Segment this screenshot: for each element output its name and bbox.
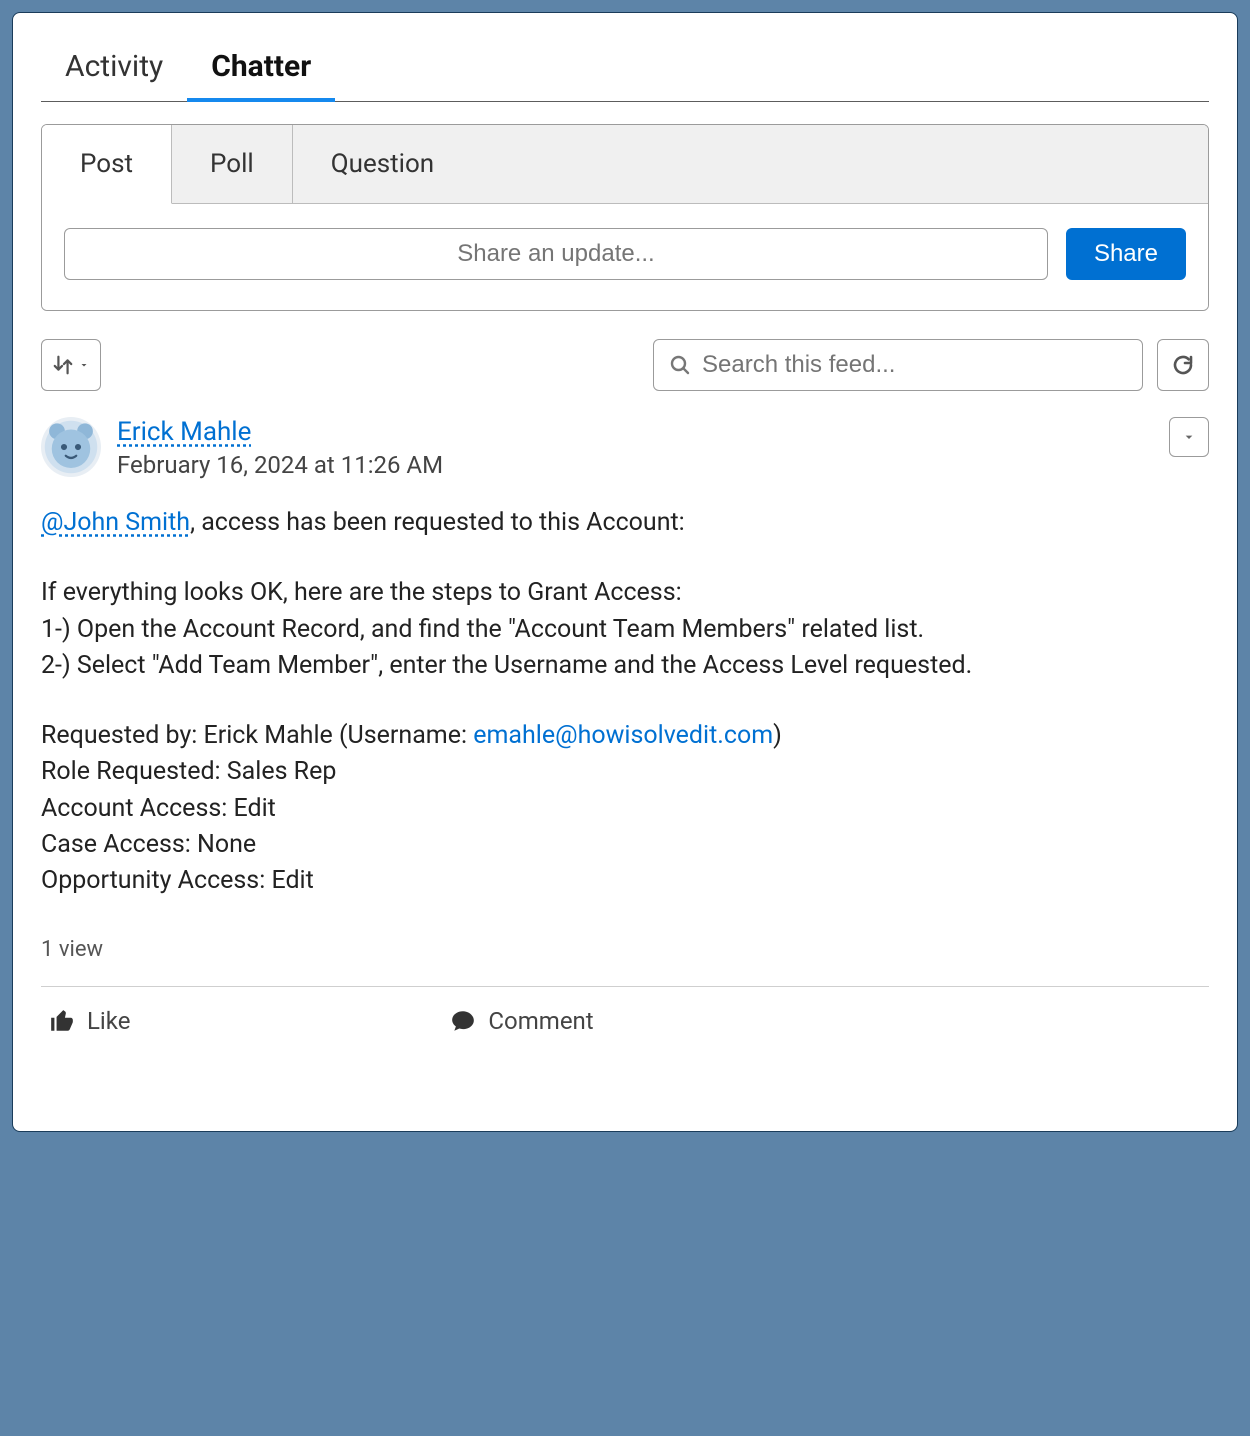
refresh-button[interactable] (1157, 339, 1209, 391)
case-access: Case Access: None (41, 827, 1209, 863)
requested-by-prefix: Requested by: Erick Mahle (Username: (41, 721, 473, 750)
composer-tab-poll[interactable]: Poll (172, 125, 293, 203)
feed-toolbar (41, 339, 1209, 391)
post-body: @John Smith, access has been requested t… (41, 505, 1209, 899)
feed-search-input[interactable] (702, 351, 1128, 379)
sort-button[interactable] (41, 339, 101, 391)
share-input[interactable] (64, 228, 1048, 280)
comment-label: Comment (488, 1007, 593, 1035)
sort-icon (52, 354, 74, 376)
top-tabs: Activity Chatter (41, 41, 1209, 102)
steps-intro: If everything looks OK, here are the ste… (41, 575, 1209, 611)
search-icon (668, 353, 692, 377)
share-button[interactable]: Share (1066, 228, 1186, 280)
post-actions: Like Comment (41, 987, 1209, 1045)
thumbs-up-icon (49, 1008, 75, 1034)
step-1: 1-) Open the Account Record, and find th… (41, 612, 1209, 648)
comment-icon (450, 1008, 476, 1034)
chevron-down-icon (78, 359, 90, 371)
feed-item: Erick Mahle February 16, 2024 at 11:26 A… (41, 417, 1209, 1045)
step-2: 2-) Select "Add Team Member", enter the … (41, 648, 1209, 684)
post-timestamp: February 16, 2024 at 11:26 AM (117, 451, 1153, 479)
refresh-icon (1171, 353, 1195, 377)
requested-by-suffix: ) (773, 721, 782, 750)
comment-button[interactable]: Comment (450, 1007, 593, 1035)
requested-by-email-link[interactable]: emahle@howisolvedit.com (473, 721, 773, 750)
composer: Post Poll Question Share (41, 124, 1209, 311)
intro-tail: , access has been requested to this Acco… (190, 508, 685, 537)
composer-tabs: Post Poll Question (42, 125, 1208, 204)
feed-search[interactable] (653, 339, 1143, 391)
view-count: 1 view (41, 937, 1209, 962)
tab-activity[interactable]: Activity (41, 41, 187, 101)
post-menu-button[interactable] (1169, 417, 1209, 457)
mention-link[interactable]: @John Smith (41, 508, 190, 537)
like-label: Like (87, 1007, 130, 1035)
chatter-panel: Activity Chatter Post Poll Question Shar… (12, 12, 1238, 1132)
opportunity-access: Opportunity Access: Edit (41, 863, 1209, 899)
chevron-down-icon (1181, 429, 1197, 445)
role-requested: Role Requested: Sales Rep (41, 754, 1209, 790)
avatar[interactable] (41, 417, 101, 477)
composer-tab-post[interactable]: Post (42, 125, 172, 204)
tab-chatter[interactable]: Chatter (187, 41, 335, 102)
like-button[interactable]: Like (49, 1007, 130, 1035)
account-access: Account Access: Edit (41, 791, 1209, 827)
composer-tab-question[interactable]: Question (293, 125, 1208, 203)
author-link[interactable]: Erick Mahle (117, 417, 251, 447)
